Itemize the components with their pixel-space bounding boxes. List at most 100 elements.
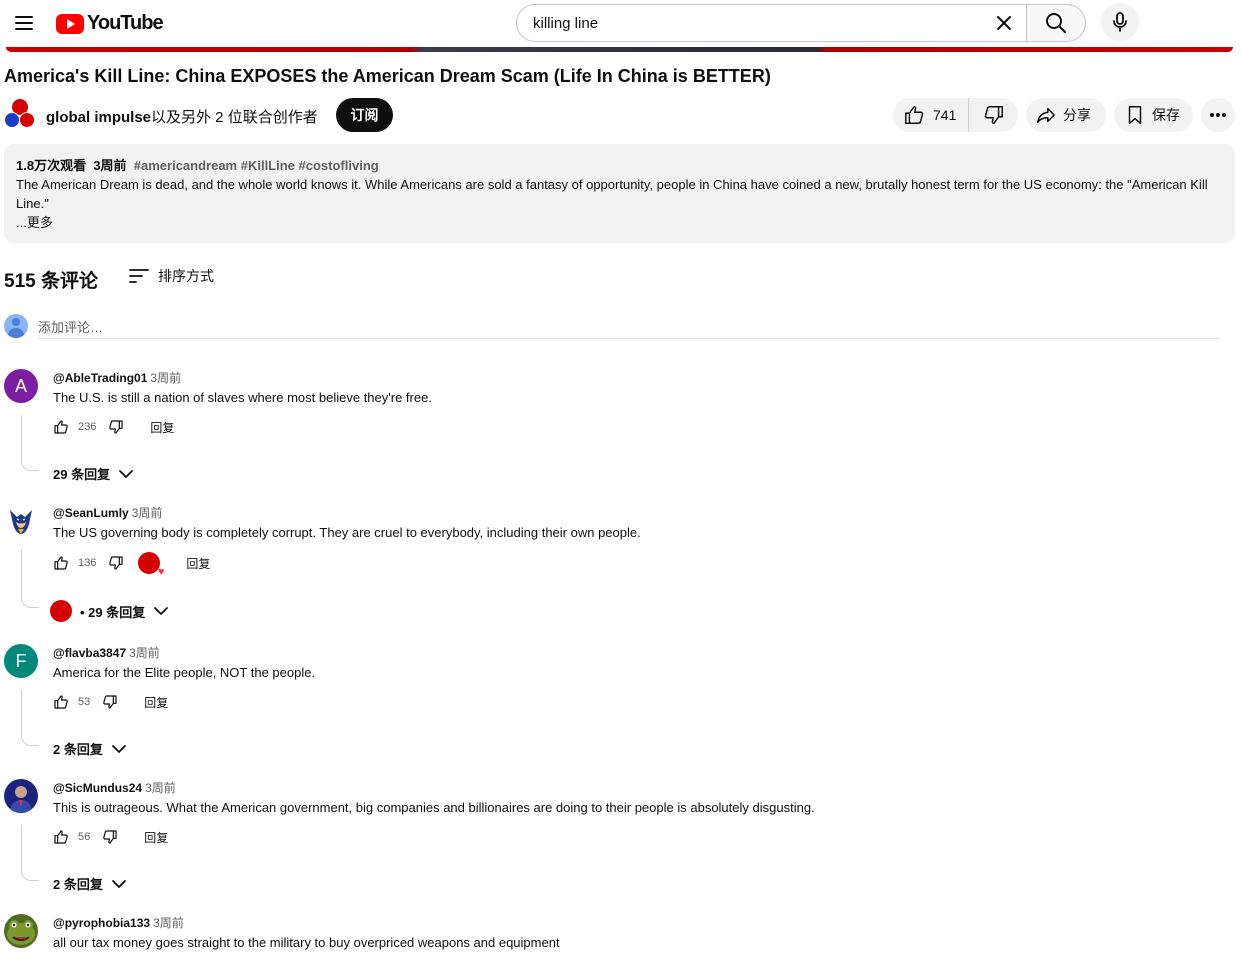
youtube-play-icon (56, 13, 84, 34)
show-more-button[interactable]: ...更多 (16, 213, 1223, 232)
channel-avatars[interactable] (4, 98, 36, 130)
search-bar (516, 4, 1086, 42)
voice-search-button[interactable] (1101, 3, 1139, 41)
hamburger-menu-icon[interactable] (10, 9, 38, 37)
replies-count: 29 条回复 (53, 467, 111, 482)
view-replies-button[interactable]: • 29 条回复 (50, 600, 169, 622)
thumb-up-icon (54, 830, 68, 844)
video-player-edge[interactable] (6, 47, 1233, 52)
comment-header: @SeanLumly 3周前 (53, 504, 162, 521)
channel-collaborators: 以及另外 2 位联合创作者 (151, 109, 318, 126)
video-description[interactable]: 1.8万次观看 3周前 #americandream #KillLine #co… (4, 144, 1235, 243)
thumb-up-icon (54, 420, 68, 434)
view-replies-button[interactable]: 2 条回复 (53, 874, 127, 893)
comment-like-button[interactable]: 236 (53, 419, 96, 435)
avatar[interactable]: F (4, 644, 38, 678)
avatar[interactable] (4, 914, 38, 948)
comment-time[interactable]: 3周前 (150, 371, 181, 385)
comment-header: @SicMundus24 3周前 (53, 779, 176, 796)
creator-heart-icon (138, 552, 164, 578)
search-icon (1046, 13, 1066, 33)
comment-actions: 136 回复 (53, 552, 210, 578)
comment-time[interactable]: 3周前 (153, 916, 184, 930)
thumb-up-icon (905, 106, 924, 124)
hashtags[interactable]: #americandream #KillLine #costofliving (134, 158, 379, 173)
search-box (516, 4, 1026, 42)
save-button[interactable]: 保存 (1114, 98, 1193, 132)
bookmark-icon (1128, 106, 1142, 124)
description-meta: 1.8万次观看 3周前 #americandream #KillLine #co… (16, 156, 1223, 175)
comment-author[interactable]: @AbleTrading01 (53, 371, 147, 385)
channel-name-primary: global impulse (46, 109, 152, 126)
comment-dislike-button[interactable] (102, 694, 118, 710)
replies-count: • 29 条回复 (80, 604, 146, 620)
comment-author[interactable]: @SicMundus24 (53, 781, 142, 795)
comment-header: @pyrophobia133 3周前 (53, 914, 184, 931)
comment-dislike-button[interactable] (108, 419, 124, 435)
avatar[interactable] (4, 504, 38, 538)
more-actions-button[interactable] (1201, 98, 1235, 132)
search-button[interactable] (1026, 4, 1086, 42)
chevron-down-icon (119, 469, 133, 478)
comment-like-count: 56 (78, 831, 91, 843)
comment-text: This is outrageous. What the American go… (53, 800, 815, 815)
avatar[interactable] (4, 779, 38, 813)
like-button[interactable]: 741 (893, 98, 970, 132)
sort-button[interactable]: 排序方式 (129, 266, 214, 286)
reply-button[interactable]: 回复 (150, 419, 174, 436)
description-text: The American Dream is dead, and the whol… (16, 177, 1208, 211)
comment-like-count: 136 (78, 557, 97, 569)
subscribe-button[interactable]: 订阅 (336, 98, 393, 132)
comment-author[interactable]: @SeanLumly (53, 506, 129, 520)
close-icon (997, 16, 1011, 30)
comment-time[interactable]: 3周前 (132, 506, 163, 520)
youtube-logo[interactable]: YouTube (56, 12, 164, 35)
comment-like-count: 236 (78, 421, 97, 433)
channel-name[interactable]: global impulse以及另外 2 位联合创作者 (46, 106, 318, 127)
more-horiz-icon (1210, 113, 1226, 117)
comment-actions: 236 回复 (53, 417, 174, 437)
reply-button[interactable]: 回复 (144, 829, 168, 846)
comment-author[interactable]: @pyrophobia133 (53, 916, 150, 930)
comment-like-button[interactable]: 56 (53, 829, 90, 845)
reply-button[interactable]: 回复 (144, 694, 168, 711)
comment-time[interactable]: 3周前 (145, 781, 176, 795)
comment-text: America for the Elite people, NOT the pe… (53, 665, 316, 680)
add-comment-input[interactable]: 添加评论… (38, 314, 1220, 339)
comment-like-button[interactable]: 53 (53, 694, 90, 710)
comment-dislike-button[interactable] (108, 555, 124, 571)
comment-time[interactable]: 3周前 (129, 646, 160, 660)
search-input[interactable] (533, 14, 990, 32)
avatar (19, 112, 35, 128)
reply-button[interactable]: 回复 (186, 555, 210, 572)
save-label: 保存 (1152, 107, 1180, 123)
comment-text: The U.S. is still a nation of slaves whe… (53, 390, 432, 405)
comment-like-button[interactable]: 136 (53, 555, 96, 571)
thumb-down-icon (103, 830, 117, 844)
avatar[interactable]: A (4, 369, 38, 403)
thread-line (21, 415, 39, 471)
comment-author[interactable]: @flavba3847 (53, 646, 126, 660)
clear-search-button[interactable] (990, 9, 1018, 37)
view-count: 1.8万次观看 (16, 158, 87, 173)
person-avatar-icon (10, 786, 32, 813)
user-avatar (4, 314, 28, 338)
thumb-down-icon (109, 420, 123, 434)
chevron-down-icon (154, 607, 169, 615)
view-replies-button[interactable]: 2 条回复 (53, 739, 127, 758)
share-label: 分享 (1063, 107, 1091, 123)
thumb-down-icon (103, 695, 117, 709)
sort-icon (129, 269, 149, 283)
dislike-button[interactable] (969, 98, 1018, 132)
chevron-down-icon (111, 879, 126, 888)
comment-dislike-button[interactable] (102, 829, 118, 845)
view-replies-button[interactable]: 29 条回复 (53, 464, 134, 483)
thumb-down-icon (984, 106, 1003, 124)
creator-avatar (50, 600, 72, 622)
share-button[interactable]: 分享 (1026, 98, 1106, 132)
share-arrow-icon (1037, 107, 1055, 124)
comment-header: @AbleTrading01 3周前 (53, 369, 181, 386)
thread-line (21, 550, 39, 608)
comment-text: The US governing body is completely corr… (53, 525, 641, 540)
like-dislike-group: 741 (893, 98, 1018, 132)
